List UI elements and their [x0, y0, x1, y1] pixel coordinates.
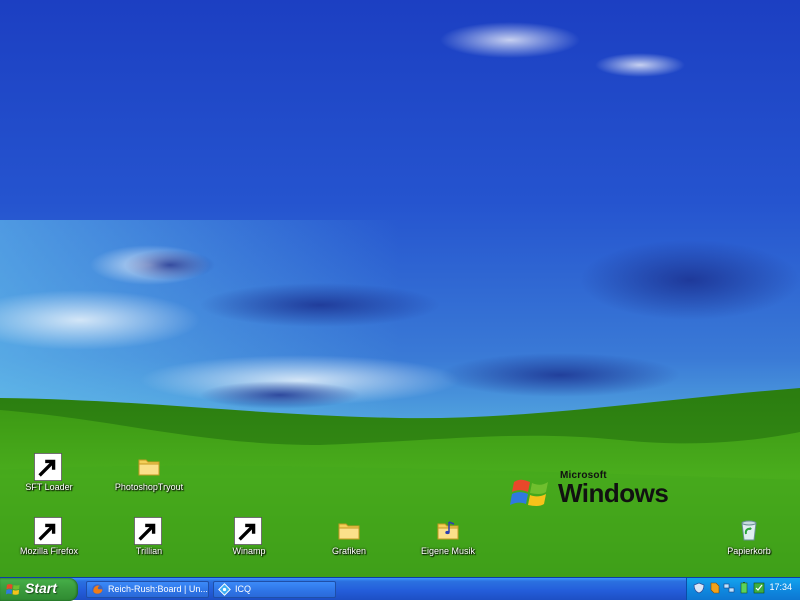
- desktop-icon-grafiken[interactable]: Grafiken: [304, 516, 394, 566]
- winamp-icon[interactable]: [708, 582, 720, 594]
- desktop-icon-papierkorb[interactable]: Papierkorb: [704, 516, 794, 566]
- windows-logo: Microsoft Windows: [508, 468, 708, 528]
- clock[interactable]: 17:34: [769, 582, 792, 592]
- recycle-bin-icon: [735, 516, 763, 544]
- firefox-icon: [34, 516, 63, 545]
- system-tray: 17:34: [686, 578, 800, 600]
- windows-flag-icon: [510, 479, 548, 506]
- desktop-icon-label: PhotoshopTryout: [114, 482, 184, 492]
- desktop-icon-label: Grafiken: [331, 546, 366, 556]
- desktop[interactable]: SFT Loader PhotoshopTryout Mozilla Firef…: [0, 0, 800, 577]
- desktop-icon-label: Eigene Musik: [420, 546, 476, 556]
- shortcut-arrow-icon: [34, 453, 62, 481]
- music-folder-icon: [434, 516, 462, 544]
- firefox-icon: [92, 584, 103, 595]
- brand-windows-text: Windows: [558, 478, 669, 508]
- desktop-icon-label: Papierkorb: [727, 546, 771, 556]
- start-button[interactable]: Start: [0, 578, 78, 601]
- desktop-icon-eigene-musik[interactable]: Eigene Musik: [403, 516, 493, 566]
- sft-loader-icon: [34, 452, 63, 481]
- taskbar-button-label: Reich-Rush:Board | Un...: [108, 584, 208, 594]
- shortcut-arrow-icon: [34, 517, 62, 545]
- taskbar-button-label: ICQ: [235, 584, 252, 594]
- desktop-icon-trillian[interactable]: Trillian: [104, 516, 194, 566]
- desktop-icon-winamp[interactable]: Winamp: [204, 516, 294, 566]
- desktop-icon-sft-loader[interactable]: SFT Loader: [4, 452, 94, 502]
- trillian-icon: [134, 516, 163, 545]
- desktop-icon-label: SFT Loader: [25, 482, 73, 492]
- folder-icon: [135, 452, 163, 480]
- battery-icon[interactable]: [738, 582, 750, 594]
- shortcut-arrow-icon: [134, 517, 162, 545]
- icq-icon: [218, 583, 231, 596]
- desktop-icon-label: Mozilla Firefox: [19, 546, 78, 556]
- app-icon[interactable]: [753, 582, 765, 594]
- desktop-icon-photoshoptryout[interactable]: PhotoshopTryout: [104, 452, 194, 502]
- shield-icon[interactable]: [693, 582, 705, 594]
- start-label: Start: [25, 580, 57, 596]
- taskbar-button-firefox[interactable]: Reich-Rush:Board | Un...: [86, 581, 209, 598]
- winamp-icon: [234, 516, 263, 545]
- desktop-icon-label: Trillian: [135, 546, 163, 556]
- taskbar: Start Reich-Rush:Board | Un... ICQ 17:34: [0, 577, 800, 601]
- folder-icon: [335, 516, 363, 544]
- network-icon[interactable]: [723, 582, 735, 594]
- shortcut-arrow-icon: [234, 517, 262, 545]
- desktop-icon-mozilla-firefox[interactable]: Mozilla Firefox: [4, 516, 94, 566]
- taskbar-button-icq[interactable]: ICQ: [213, 581, 336, 598]
- windows-flag-icon: [6, 584, 20, 595]
- desktop-icon-label: Winamp: [232, 546, 266, 556]
